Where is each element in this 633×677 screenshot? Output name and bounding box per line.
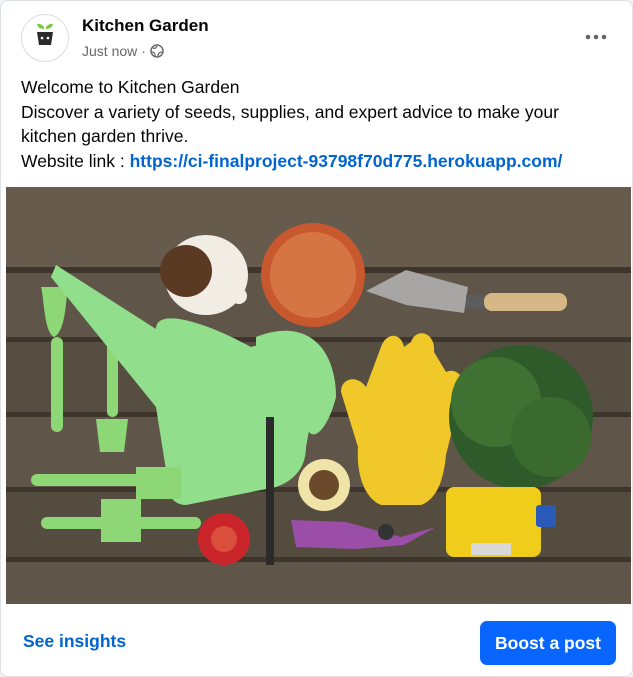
post-photo[interactable] [6, 187, 631, 604]
post-header: Kitchen Garden Just now · [1, 1, 632, 73]
post-footer: See insights Boost a post [1, 605, 632, 676]
post-meta: Just now · [82, 43, 164, 59]
globe-icon [150, 44, 164, 58]
post-timestamp[interactable]: Just now [82, 43, 137, 59]
website-link[interactable]: https://ci-finalproject-93798f70d775.her… [130, 151, 563, 171]
meta-separator: · [141, 43, 146, 59]
post-card: Kitchen Garden Just now · Welcome to Kit… [0, 0, 633, 677]
post-text-line: Discover a variety of seeds, supplies, a… [21, 101, 559, 122]
post-text: Welcome to Kitchen Garden Discover a var… [21, 75, 612, 173]
boost-post-button[interactable]: Boost a post [480, 621, 616, 665]
post-text-line: Welcome to Kitchen Garden [21, 77, 240, 97]
page-name[interactable]: Kitchen Garden [82, 16, 209, 36]
garden-logo-icon [37, 23, 53, 45]
website-line: Website link : https://ci-finalproject-9… [21, 149, 612, 174]
post-text-line: kitchen garden thrive. [21, 126, 189, 146]
more-options-button[interactable] [578, 23, 614, 51]
more-horizontal-icon [585, 34, 607, 40]
see-insights-link[interactable]: See insights [23, 631, 126, 652]
website-label: Website link : [21, 150, 130, 171]
page-avatar[interactable] [21, 14, 69, 62]
